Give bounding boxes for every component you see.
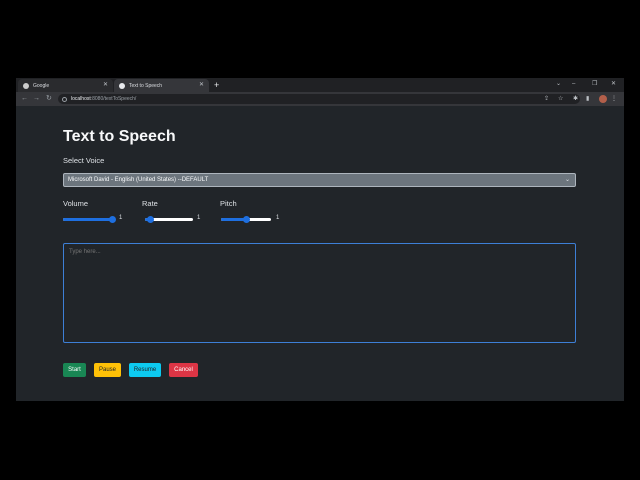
extensions-icon[interactable]: ✱ (573, 95, 578, 103)
site-info-icon[interactable] (62, 96, 67, 102)
side-panel-icon[interactable]: ▮ (586, 95, 589, 103)
pitch-value: 1 (276, 215, 280, 221)
page-content: Text to Speech Select Voice Microsoft Da… (16, 106, 624, 401)
browser-toolbar: ← → ↻ localhost:8080/textToSpeech/ ⇪ ☆ ✱… (16, 92, 624, 106)
menu-icon[interactable]: ⋮ (611, 95, 617, 103)
volume-slider[interactable] (63, 216, 116, 223)
bookmark-star-icon[interactable]: ☆ (558, 95, 563, 103)
volume-value: 1 (119, 215, 123, 221)
select-voice-label: Select Voice (63, 156, 105, 165)
share-icon[interactable]: ⇪ (544, 95, 549, 103)
pitch-slider[interactable] (221, 216, 271, 223)
forward-icon[interactable]: → (33, 95, 40, 103)
url-path: :8080/textToSpeech/ (90, 96, 137, 102)
page-title: Text to Speech (63, 128, 176, 145)
rate-slider[interactable] (145, 216, 193, 223)
volume-label: Volume (63, 199, 89, 208)
restore-icon[interactable]: ❐ (592, 80, 597, 88)
close-tab-icon[interactable]: ✕ (199, 82, 204, 88)
back-icon[interactable]: ← (21, 95, 28, 103)
new-tab-button[interactable]: + (214, 80, 219, 90)
voice-select[interactable]: Microsoft David - English (United States… (63, 173, 576, 187)
close-window-icon[interactable]: ✕ (611, 80, 616, 88)
cancel-button[interactable]: Cancel (169, 363, 198, 377)
url-host: localhost (71, 96, 91, 102)
text-input[interactable] (63, 243, 576, 343)
tab-text-to-speech[interactable]: Text to Speech ✕ (114, 79, 209, 92)
volume-slider-thumb[interactable] (109, 216, 116, 223)
pause-button[interactable]: Pause (94, 363, 121, 377)
tab-search-icon[interactable]: ⌄ (556, 80, 561, 88)
rate-value: 1 (197, 215, 201, 221)
start-button[interactable]: Start (63, 363, 86, 377)
tab-title: Google (33, 82, 50, 89)
profile-avatar[interactable] (599, 95, 607, 103)
address-bar[interactable]: localhost:8080/textToSpeech/ (58, 94, 580, 104)
reload-icon[interactable]: ↻ (46, 95, 52, 103)
rate-slider-thumb[interactable] (147, 216, 154, 223)
rate-label: Rate (142, 199, 158, 208)
tab-title: Text to Speech (129, 82, 163, 89)
close-tab-icon[interactable]: ✕ (103, 82, 108, 88)
pitch-slider-thumb[interactable] (243, 216, 250, 223)
google-favicon-icon (23, 82, 29, 89)
tab-strip: Google ✕ Text to Speech ✕ + ⌄ – ❐ ✕ (16, 78, 624, 92)
resume-button[interactable]: Resume (129, 363, 161, 377)
browser-window: Google ✕ Text to Speech ✕ + ⌄ – ❐ ✕ ← → … (16, 78, 624, 401)
pitch-label: Pitch (220, 199, 237, 208)
globe-favicon-icon (119, 82, 125, 89)
voice-selected-value: Microsoft David - English (United States… (68, 177, 209, 183)
minimize-icon[interactable]: – (572, 80, 575, 88)
chevron-down-icon: ⌄ (564, 177, 570, 183)
tab-google[interactable]: Google ✕ (18, 79, 113, 92)
